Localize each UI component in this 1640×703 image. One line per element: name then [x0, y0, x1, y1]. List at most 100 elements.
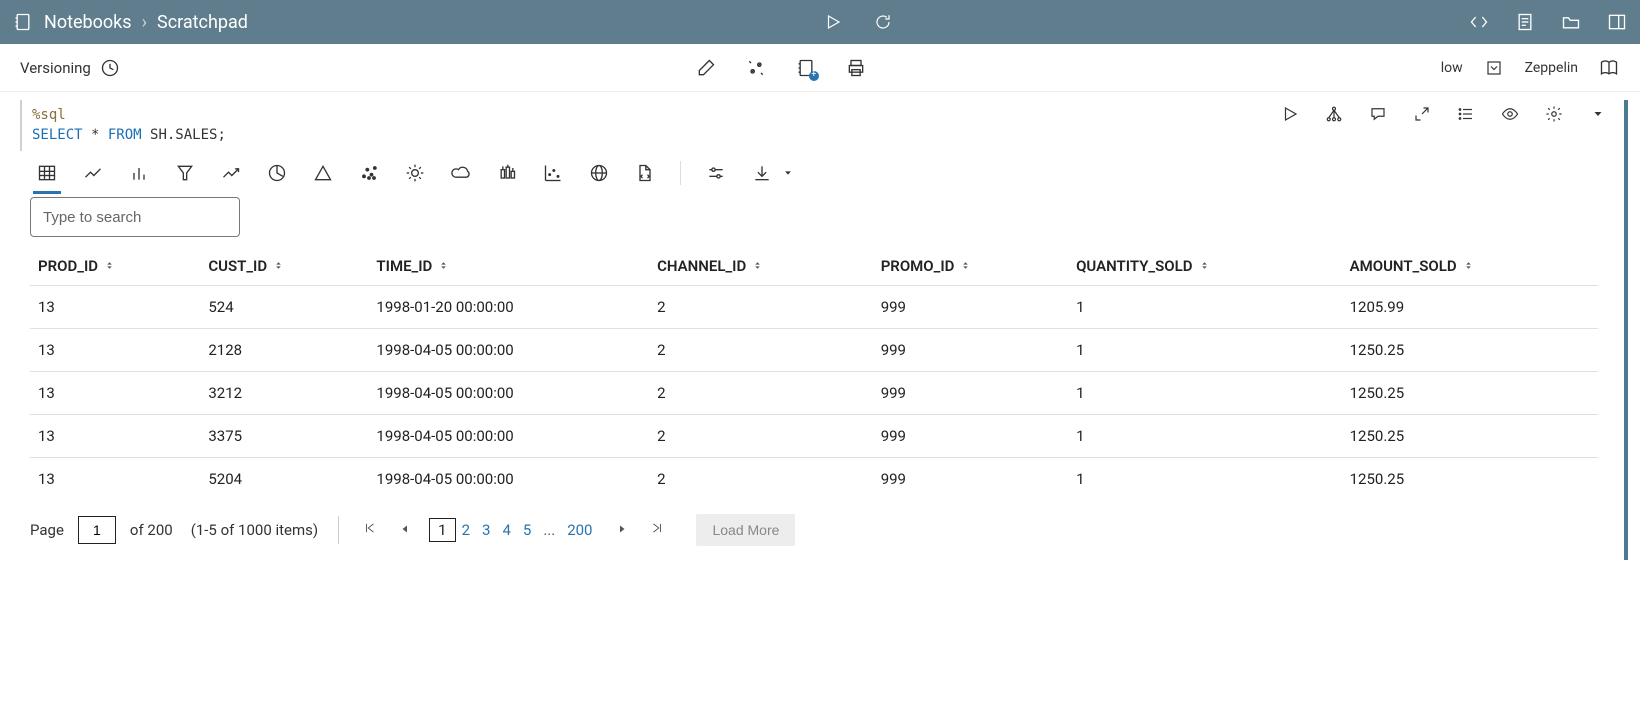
code-star: * [83, 127, 108, 143]
list-icon[interactable] [1456, 104, 1476, 124]
table-cell: 2128 [200, 329, 368, 372]
pie-chart-icon[interactable] [266, 162, 288, 184]
eraser-icon[interactable] [695, 57, 717, 79]
code-editor[interactable]: %sql SELECT * FROM SH.SALES; [20, 100, 236, 151]
table-cell: 1998-01-20 00:00:00 [368, 286, 649, 329]
gear-icon[interactable] [1544, 104, 1564, 124]
table-cell: 1998-04-05 00:00:00 [368, 372, 649, 415]
column-header[interactable]: QUANTITY_SOLD [1068, 247, 1342, 286]
bar-chart-icon[interactable] [128, 162, 150, 184]
versioning-label[interactable]: Versioning [20, 59, 91, 77]
table-search-input[interactable] [30, 197, 240, 237]
column-header[interactable]: TIME_ID [368, 247, 649, 286]
column-header[interactable]: CUST_ID [200, 247, 368, 286]
column-header[interactable]: AMOUNT_SOLD [1342, 247, 1598, 286]
table-row[interactable]: 1332121998-04-05 00:00:00299911250.25 [30, 372, 1598, 415]
page-number[interactable]: 2 [456, 521, 476, 539]
first-page-icon[interactable] [359, 521, 381, 539]
table-row[interactable]: 1321281998-04-05 00:00:00299911250.25 [30, 329, 1598, 372]
map-chart-icon[interactable] [588, 162, 610, 184]
document-icon[interactable] [1514, 11, 1536, 33]
page-number[interactable]: 200 [561, 521, 598, 539]
print-icon[interactable] [845, 57, 867, 79]
next-page-icon[interactable] [612, 521, 632, 539]
prev-page-icon[interactable] [395, 521, 415, 539]
column-header[interactable]: CHANNEL_ID [649, 247, 873, 286]
line-chart-icon[interactable] [82, 162, 104, 184]
breadcrumb-current[interactable]: Scratchpad [157, 12, 248, 33]
column-header[interactable]: PROMO_ID [873, 247, 1068, 286]
sort-icon[interactable] [104, 261, 115, 274]
table-view-icon[interactable] [36, 162, 58, 184]
page-number-current[interactable]: 1 [429, 518, 455, 542]
disconnect-icon[interactable] [745, 57, 767, 79]
panel-layout-icon[interactable] [1606, 11, 1628, 33]
page-number[interactable]: 5 [517, 521, 537, 539]
sort-icon[interactable] [752, 261, 763, 274]
funnel-chart-icon[interactable] [174, 162, 196, 184]
refresh-icon[interactable] [872, 11, 894, 33]
load-more-button[interactable]: Load More [696, 514, 795, 546]
table-cell: 5204 [200, 458, 368, 501]
boxplot-chart-icon[interactable] [496, 162, 518, 184]
engine-label[interactable]: Zeppelin [1525, 60, 1578, 76]
priority-label[interactable]: low [1441, 60, 1463, 76]
table-cell: 1 [1068, 286, 1342, 329]
sort-icon[interactable] [960, 261, 971, 274]
sort-icon[interactable] [273, 261, 284, 274]
bubble-chart-icon[interactable] [542, 162, 564, 184]
table-cell: 13 [30, 286, 200, 329]
column-header[interactable]: PROD_ID [30, 247, 200, 286]
save-notebook-icon[interactable]: + [795, 57, 817, 79]
pyramid-chart-icon[interactable] [312, 162, 334, 184]
sub-toolbar: Versioning + low Zeppelin [0, 44, 1640, 92]
settings-sliders-icon[interactable] [705, 162, 727, 184]
breadcrumb-root[interactable]: Notebooks [44, 12, 132, 33]
table-cell: 2 [649, 458, 873, 501]
page-label: Page [30, 521, 64, 539]
tag-cloud-icon[interactable] [450, 162, 472, 184]
history-icon[interactable] [99, 57, 121, 79]
download-caret-icon[interactable] [783, 162, 793, 184]
page-input[interactable] [78, 516, 116, 544]
table-cell: 1 [1068, 372, 1342, 415]
code-kw1: SELECT [32, 127, 83, 143]
sort-icon[interactable] [1463, 261, 1474, 274]
page-number[interactable]: 3 [476, 521, 496, 539]
code-view-icon[interactable] [1468, 11, 1490, 33]
run-cell-icon[interactable] [1280, 104, 1300, 124]
dependency-tree-icon[interactable] [1324, 104, 1344, 124]
table-row[interactable]: 1333751998-04-05 00:00:00299911250.25 [30, 415, 1598, 458]
visibility-icon[interactable] [1500, 104, 1520, 124]
table-cell: 13 [30, 458, 200, 501]
book-icon[interactable] [1598, 57, 1620, 79]
sunburst-chart-icon[interactable] [404, 162, 426, 184]
table-cell: 2 [649, 329, 873, 372]
expand-icon[interactable] [1412, 104, 1432, 124]
area-chart-icon[interactable] [220, 162, 242, 184]
results-table: PROD_IDCUST_IDTIME_IDCHANNEL_IDPROMO_IDQ… [30, 247, 1598, 500]
scatter-chart-icon[interactable] [358, 162, 380, 184]
html-view-icon[interactable] [634, 162, 656, 184]
last-page-icon[interactable] [646, 521, 668, 539]
dropdown-caret-icon[interactable] [1588, 104, 1608, 124]
sort-icon[interactable] [438, 261, 449, 274]
table-row[interactable]: 1352041998-04-05 00:00:00299911250.25 [30, 458, 1598, 501]
folder-icon[interactable] [1560, 11, 1582, 33]
code-kw2: FROM [108, 127, 142, 143]
table-cell: 3375 [200, 415, 368, 458]
table-cell: 1998-04-05 00:00:00 [368, 415, 649, 458]
table-cell: 2 [649, 415, 873, 458]
download-icon[interactable] [751, 162, 773, 184]
table-row[interactable]: 135241998-01-20 00:00:00299911205.99 [30, 286, 1598, 329]
priority-icon[interactable] [1483, 57, 1505, 79]
code-rest: SH.SALES; [142, 127, 226, 143]
visualization-toolbar [12, 151, 1616, 191]
table-cell: 1250.25 [1342, 458, 1598, 501]
sort-icon[interactable] [1199, 261, 1210, 274]
comment-icon[interactable] [1368, 104, 1388, 124]
table-cell: 13 [30, 372, 200, 415]
run-all-icon[interactable] [822, 11, 844, 33]
table-cell: 1998-04-05 00:00:00 [368, 329, 649, 372]
page-number[interactable]: 4 [496, 521, 516, 539]
